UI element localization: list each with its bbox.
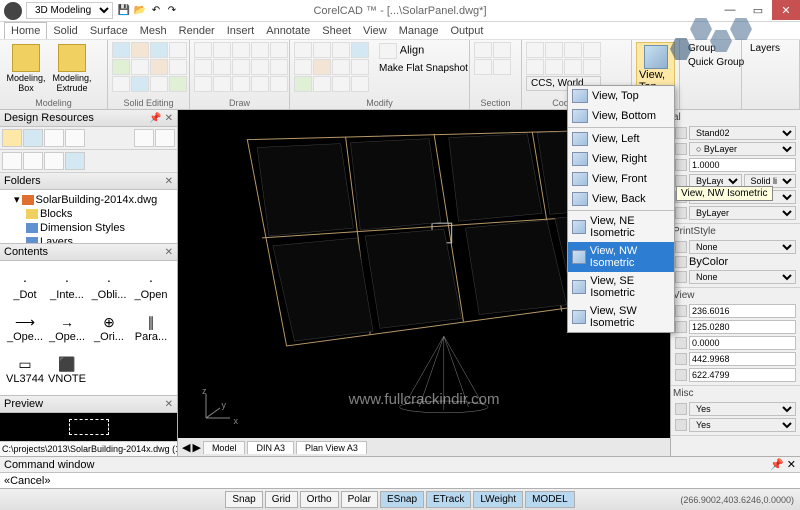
modeling-box-button[interactable]: Modeling, Box: [4, 42, 48, 96]
panel-header: Design Resources📌 ✕: [0, 110, 177, 127]
view-right-item[interactable]: View, Right: [568, 149, 674, 169]
modeling-extrude-button[interactable]: Modeling, Extrude: [50, 42, 94, 96]
group-draw: Draw: [190, 40, 290, 109]
view-top-item[interactable]: View, Top: [568, 86, 674, 106]
close-button[interactable]: ✕: [772, 0, 800, 20]
content-item[interactable]: ▭VL3744: [4, 349, 46, 391]
layout-tab[interactable]: Plan View A3: [296, 441, 367, 454]
content-item[interactable]: ∥Para...: [130, 307, 172, 349]
align-button[interactable]: Align: [375, 42, 472, 60]
tooltip: View, NW Isometric: [676, 186, 773, 201]
cmdwin-controls[interactable]: 📌 ✕: [770, 458, 796, 471]
tab-scroll-left-icon[interactable]: ◀: [182, 441, 190, 454]
tab-view[interactable]: View: [357, 23, 393, 39]
tab-sheet[interactable]: Sheet: [316, 23, 357, 39]
view-se-iso-item[interactable]: View, SE Isometric: [568, 272, 674, 302]
view-nw-iso-item[interactable]: View, NW Isometric: [568, 242, 674, 272]
axis-indicator: zxy: [198, 386, 238, 426]
panel-pin-icon[interactable]: 📌 ✕: [149, 113, 173, 124]
layer-select[interactable]: Stand02: [689, 126, 796, 140]
view-back-item[interactable]: View, Back: [568, 189, 674, 209]
content-item[interactable]: ·_Obli...: [88, 265, 130, 307]
maximize-button[interactable]: ▭: [744, 0, 772, 20]
status-bar: Snap Grid Ortho Polar ESnap ETrack LWeig…: [0, 488, 800, 510]
window-title: CorelCAD ™ - [...\SolarPanel.dwg*]: [313, 5, 486, 17]
view-left-item[interactable]: View, Left: [568, 129, 674, 149]
close-icon[interactable]: ✕: [165, 176, 173, 187]
properties-panel: al Stand02 ○ ByLayer ByLayerSolid line —…: [670, 110, 800, 456]
path-display: C:\projects\2013\SolarBuilding-2014x.dwg…: [0, 441, 177, 456]
content-item[interactable]: ·_Inte...: [46, 265, 88, 307]
tab-manage[interactable]: Manage: [393, 23, 445, 39]
save-icon[interactable]: 💾: [117, 4, 131, 18]
tab-insert[interactable]: Insert: [221, 23, 261, 39]
group-section: Section: [470, 40, 522, 109]
command-input[interactable]: «Cancel»: [0, 472, 800, 488]
undo-icon[interactable]: ↶: [149, 4, 163, 18]
view-dropdown-menu: View, Top View, Bottom View, Left View, …: [567, 85, 675, 333]
content-item[interactable]: →_Ope...: [46, 307, 88, 349]
app-logo: [4, 2, 22, 20]
tree-item[interactable]: Blocks: [2, 207, 175, 221]
tab-output[interactable]: Output: [444, 23, 489, 39]
color-icon: [675, 143, 687, 155]
view-front-item[interactable]: View, Front: [568, 169, 674, 189]
group-modeling: Modeling, Box Modeling, Extrude Modeling: [0, 40, 108, 109]
folder-tree[interactable]: ▾SolarBuilding-2014x.dwg Blocks Dimensio…: [0, 190, 177, 243]
tree-item[interactable]: Dimension Styles: [2, 221, 175, 235]
content-item[interactable]: ⊕_Ori...: [88, 307, 130, 349]
command-window-header: Command window📌 ✕: [0, 456, 800, 472]
content-item[interactable]: ·_Open: [130, 265, 172, 307]
tab-home[interactable]: Home: [4, 22, 47, 39]
layer-icon: [675, 127, 687, 139]
color-select[interactable]: ○ ByLayer: [689, 142, 796, 156]
design-resources-panel: Design Resources📌 ✕ Folders✕ ▾SolarBuild…: [0, 110, 178, 456]
tab-annotate[interactable]: Annotate: [260, 23, 316, 39]
content-item[interactable]: ·_Dot: [4, 265, 46, 307]
tab-solid[interactable]: Solid: [47, 23, 83, 39]
preview-thumbnail: [0, 413, 177, 441]
workspace-selector[interactable]: 3D Modeling: [26, 2, 113, 19]
viewport-tabs: ◀▶ Model DIN A3 Plan View A3: [178, 438, 670, 456]
view-bottom-item[interactable]: View, Bottom: [568, 106, 674, 126]
layout-tab[interactable]: DIN A3: [247, 441, 294, 454]
group-solid-editing: Solid Editing: [108, 40, 190, 109]
panel-toolbar: [0, 127, 177, 150]
content-item[interactable]: ⬛VNOTE: [46, 349, 88, 391]
minimize-button[interactable]: —: [716, 0, 744, 20]
content-item[interactable]: ⟶_Ope...: [4, 307, 46, 349]
tree-item[interactable]: Layers: [2, 235, 175, 243]
view-ne-iso-item[interactable]: View, NE Isometric: [568, 212, 674, 242]
open-icon[interactable]: 📂: [133, 4, 147, 18]
tab-render[interactable]: Render: [173, 23, 221, 39]
decorative-overlay: [660, 18, 760, 68]
tab-scroll-right-icon[interactable]: ▶: [192, 441, 200, 454]
group-modify: Align Make Flat Snapshot Modify: [290, 40, 470, 109]
qat: 💾 📂 ↶ ↷: [117, 4, 179, 18]
contents-grid: ·_Dot ·_Inte... ·_Obli... ·_Open ⟶_Ope..…: [0, 261, 177, 395]
model-tab[interactable]: Model: [203, 441, 246, 454]
tab-mesh[interactable]: Mesh: [134, 23, 173, 39]
tree-root[interactable]: ▾SolarBuilding-2014x.dwg: [2, 192, 175, 207]
scale-input[interactable]: [689, 158, 796, 172]
redo-icon[interactable]: ↷: [165, 4, 179, 18]
tab-surface[interactable]: Surface: [84, 23, 134, 39]
view-sw-iso-item[interactable]: View, SW Isometric: [568, 302, 674, 332]
flat-snapshot-button[interactable]: Make Flat Snapshot: [375, 62, 472, 75]
